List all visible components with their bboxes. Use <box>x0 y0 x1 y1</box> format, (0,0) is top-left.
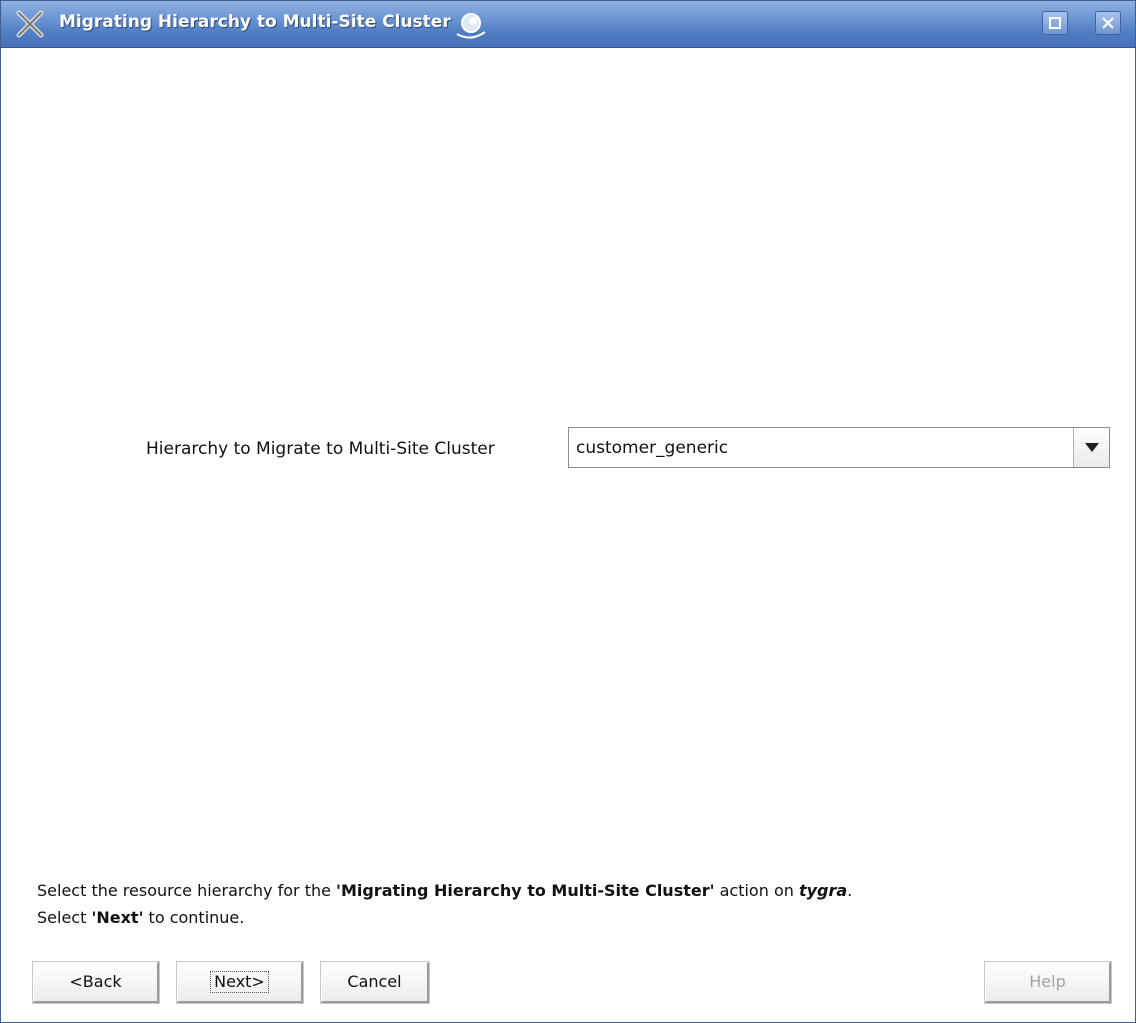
window-title: Migrating Hierarchy to Multi-Site Cluste… <box>59 12 451 32</box>
hierarchy-select[interactable]: customer_generic <box>568 427 1110 468</box>
instructions-server-name: tygra <box>798 881 848 900</box>
maximize-icon <box>1049 17 1061 29</box>
next-button[interactable]: Next> <box>177 962 303 1003</box>
instructions-line-1-prefix: Select the resource hierarchy for the <box>37 881 337 900</box>
instructions-line-1: Select the resource hierarchy for the 'M… <box>37 877 1117 904</box>
instructions-action-name: 'Migrating Hierarchy to Multi-Site Clust… <box>336 881 715 900</box>
close-button[interactable] <box>1095 11 1121 35</box>
maximize-button[interactable] <box>1042 11 1068 35</box>
back-button[interactable]: <Back <box>33 962 159 1003</box>
hierarchy-dropdown-button[interactable] <box>1073 428 1109 467</box>
busy-indicator-icon <box>456 13 486 39</box>
chevron-down-icon <box>1085 443 1099 452</box>
hierarchy-label: Hierarchy to Migrate to Multi-Site Clust… <box>146 439 495 459</box>
instructions-line-1-suffix: . <box>847 881 853 900</box>
instructions-line-1-middle: action on <box>714 881 799 900</box>
next-button-label: Next> <box>210 971 269 993</box>
instructions-line-2: Select 'Next' to continue. <box>37 904 1117 931</box>
help-button[interactable]: Help <box>985 962 1111 1003</box>
wizard-window: Migrating Hierarchy to Multi-Site Cluste… <box>0 0 1136 1023</box>
instructions-text: Select the resource hierarchy for the 'M… <box>37 877 1117 931</box>
instructions-line-2-prefix: Select <box>37 908 92 927</box>
app-x-icon <box>16 10 44 38</box>
close-icon <box>1102 17 1114 29</box>
title-bar[interactable]: Migrating Hierarchy to Multi-Site Cluste… <box>1 1 1135 48</box>
instructions-line-2-suffix: to continue. <box>143 908 245 927</box>
hierarchy-select-value: customer_generic <box>576 438 729 458</box>
cancel-button[interactable]: Cancel <box>321 962 429 1003</box>
instructions-next-name: 'Next' <box>91 908 144 927</box>
